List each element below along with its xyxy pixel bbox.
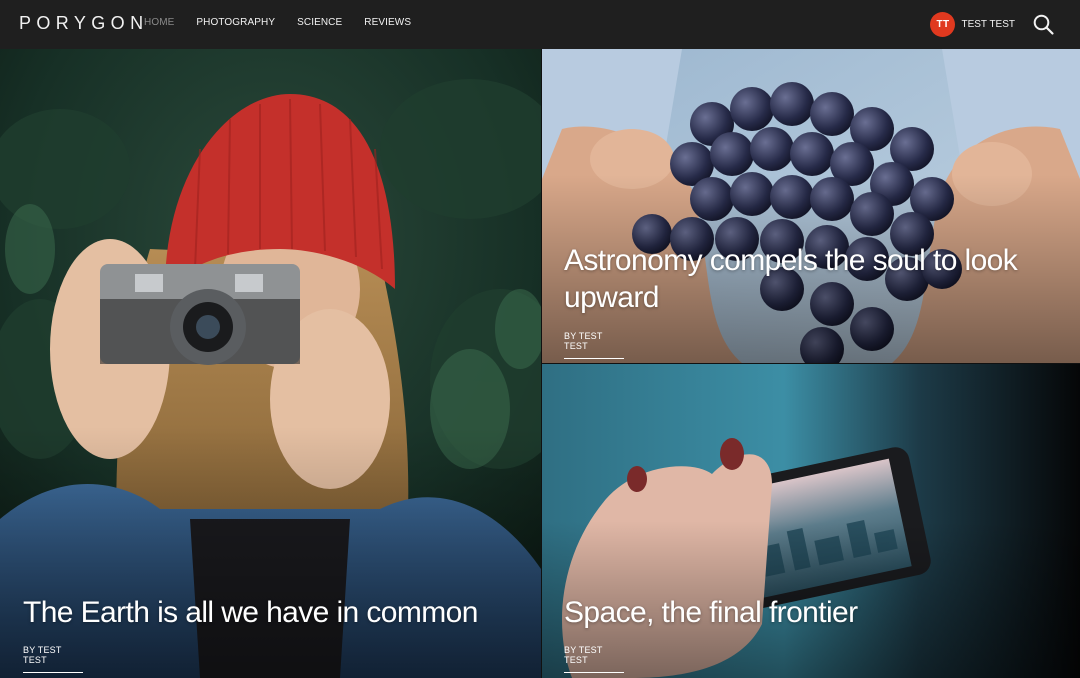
nav-science[interactable]: SCIENCE	[297, 17, 342, 28]
top-navbar: PORYGON HOME PHOTOGRAPHY SCIENCE REVIEWS…	[0, 0, 1080, 49]
user-menu[interactable]: TT TEST TEST	[930, 12, 1015, 37]
nav-reviews[interactable]: REVIEWS	[364, 17, 411, 28]
main-nav: HOME PHOTOGRAPHY SCIENCE REVIEWS	[144, 17, 433, 28]
article-card-astronomy[interactable]: Astronomy compels the soul to look upwar…	[542, 49, 1080, 363]
site-logo[interactable]: PORYGON	[19, 13, 149, 34]
page: PORYGON HOME PHOTOGRAPHY SCIENCE REVIEWS…	[0, 0, 1080, 678]
article-card-earth[interactable]: The Earth is all we have in common BY TE…	[0, 49, 541, 678]
user-name: TEST TEST	[961, 19, 1015, 30]
avatar: TT	[930, 12, 956, 37]
article-title[interactable]: The Earth is all we have in common	[23, 594, 523, 631]
nav-home[interactable]: HOME	[144, 17, 174, 28]
article-card-space[interactable]: Space, the final frontier BY TEST TEST	[542, 364, 1080, 678]
article-byline[interactable]: BY TEST TEST	[23, 645, 83, 673]
article-byline[interactable]: BY TEST TEST	[564, 645, 624, 673]
article-title[interactable]: Space, the final frontier	[564, 594, 1064, 631]
search-icon[interactable]	[1033, 14, 1055, 36]
nav-photography[interactable]: PHOTOGRAPHY	[196, 17, 275, 28]
woman-with-camera-photo	[0, 49, 541, 678]
article-title[interactable]: Astronomy compels the soul to look upwar…	[564, 242, 1064, 316]
article-byline[interactable]: BY TEST TEST	[564, 331, 624, 359]
